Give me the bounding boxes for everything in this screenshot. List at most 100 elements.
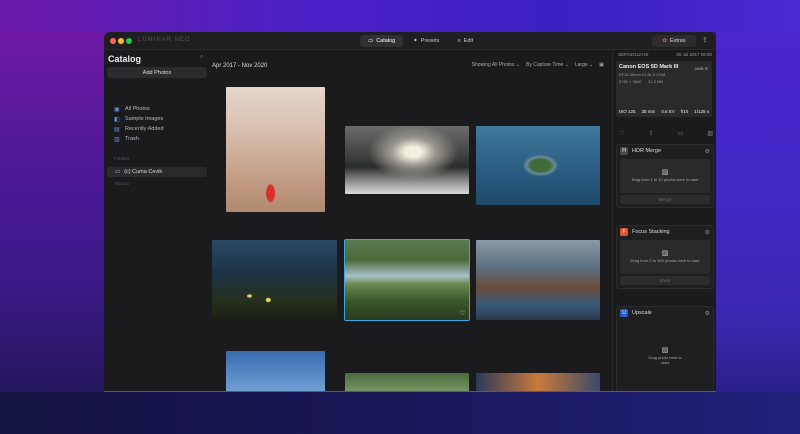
share-icon[interactable]: ⇪ [648,130,653,137]
focus-stacking-tool: F Focus Stacking ⚙ ▨ Drag from 2 to 100 … [616,225,714,289]
add-photos-button[interactable]: Add Photos [107,67,207,78]
drop-zone-text: Drag photo here to start [648,354,682,365]
merge-button[interactable]: Merge [620,195,710,204]
tool-header: F Focus Stacking ⚙ [617,226,713,238]
file-size: 21.8 MB [648,79,663,84]
focal-length: 35 mm [641,109,656,114]
focus-stacking-icon: F [620,228,628,236]
photo-thumbnail[interactable] [476,126,600,205]
tab-label: Presets [420,38,440,44]
gear-icon[interactable]: ⚙ [705,229,710,236]
image-dimensions: 5760 × 3840 [619,79,642,84]
extras-label: Extras [670,38,686,44]
folder-label: (c) Cuma Cevik [124,169,163,175]
tab-label: Edit [463,38,474,44]
info-panel: SEFASO12.HE 30 Jul 2017 06:00 Canon EOS … [612,50,716,391]
tab-label: Catalog [376,38,396,44]
image-meta: 5760 × 3840 21.8 MB [619,79,709,84]
desktop-wallpaper-right [716,32,800,392]
photo-thumbnail[interactable] [345,373,469,391]
photo-thumbnail[interactable] [476,240,600,320]
close-window-button[interactable] [110,38,116,44]
desktop-wallpaper-left [0,32,104,392]
drop-zone[interactable]: ▨ Drag from 1 to 10 photos here to start [620,159,710,193]
photo-thumbnail[interactable] [226,351,325,391]
tab-edit[interactable]: ≡ Edit [449,35,481,47]
gear-icon[interactable]: ⚙ [705,310,710,317]
sidebar-item-label: Recently Added [125,126,164,132]
tool-title: Focus Stacking [632,229,670,235]
sidebar-item-all-photos[interactable]: ▣ All Photos [114,104,164,114]
sort-dropdown[interactable]: By Capture Time ⌄ [526,62,569,68]
folder-icon[interactable]: ▭ [678,130,684,137]
upscale-icon: U [620,309,628,317]
favorite-icon[interactable]: ♡ [619,130,624,137]
panel-toggle-icon[interactable]: ▣ [599,62,604,68]
maximize-window-button[interactable] [126,38,132,44]
tool-header: H HDR Merge ⚙ [617,145,713,157]
photo-thumbnail[interactable] [345,126,469,194]
photo-thumbnail[interactable] [212,240,337,320]
sidebar-folder-item[interactable]: ▭ (c) Cuma Cevik [107,167,207,177]
drop-zone[interactable]: ▨ Drag photo here to start [620,321,710,391]
exposure-stats: ISO 125 35 mm 0.6 EV f/10 1/125 s [619,109,709,114]
magic-icon: ✦ [413,38,418,44]
image-icon: ▨ [661,346,669,354]
desktop-wallpaper-bottom [0,392,800,434]
photo-thumbnail[interactable] [476,373,600,391]
drop-zone[interactable]: ▨ Drag from 2 to 100 photos here to star… [620,240,710,274]
recent-icon: ▤ [114,126,120,133]
trash-icon[interactable]: ▥ [707,130,713,137]
folder-icon: ▭ [115,169,121,175]
filter-label: Showing All Photos [471,62,515,68]
photo-thumbnail[interactable] [226,87,325,212]
sidebar-item-label: Trash [125,136,139,142]
info-actions: ♡ ⇪ ▭ ▥ [619,130,713,137]
app-window: LUMINAR NEO ▭ Catalog ✦ Presets ≡ Edit ✿… [104,32,716,392]
lens-model: EF16-35mm f/2.8L II USM [619,72,666,77]
photo-thumbnail-selected[interactable]: ♡ [344,239,470,321]
albums-section-label: Albums [114,181,130,186]
exposure-value: 0.6 EV [661,109,675,114]
exif-card: Canon EOS 5D Mark III EF16-35mm f/2.8L I… [616,61,712,117]
tool-title: Upscale [632,310,652,316]
filter-label: By Capture Time [526,62,564,68]
drop-zone-text: Drag from 1 to 10 photos here to start [631,177,699,182]
app-brand: LUMINAR NEO [138,37,191,43]
image-icon: ▨ [661,250,669,257]
white-balance-badge: AWB ⊡ [695,66,708,71]
extras-button[interactable]: ✿ Extras [652,35,696,47]
search-icon[interactable]: ⌕ [200,54,203,61]
folders-section-label: Folders [114,156,130,161]
favorite-heart-icon[interactable]: ♡ [460,310,465,317]
shutter-speed: 1/125 s [694,109,709,114]
folder-icon: ▭ [368,38,374,44]
gear-icon[interactable]: ⚙ [705,148,710,155]
share-icon[interactable]: ⇪ [702,36,708,44]
grid-filters: Showing All Photos ⌄ By Capture Time ⌄ L… [472,62,604,68]
sidebar-item-label: Sample Images [125,116,164,122]
sidebar-item-sample-images[interactable]: ◧ Sample Images [114,114,164,124]
sample-icon: ◧ [114,116,120,123]
capture-date: 30 Jul 2017 06:00 [676,52,712,57]
top-navigation: ▭ Catalog ✦ Presets ≡ Edit [360,35,481,47]
tab-presets[interactable]: ✦ Presets [405,35,447,47]
hdr-merge-tool: H HDR Merge ⚙ ▨ Drag from 1 to 10 photos… [616,144,714,208]
tab-catalog[interactable]: ▭ Catalog [360,35,404,47]
photo-grid: Apr 2017 - Nov 2020 Showing All Photos ⌄… [212,50,608,391]
show-filter-dropdown[interactable]: Showing All Photos ⌄ [472,62,520,68]
photos-icon: ▣ [114,106,120,113]
sliders-icon: ≡ [457,38,461,44]
tool-title: HDR Merge [632,148,662,154]
info-header: SEFASO12.HE 30 Jul 2017 06:00 [615,52,715,60]
sidebar-item-recently-added[interactable]: ▤ Recently Added [114,124,164,134]
aperture-value: f/10 [680,109,689,114]
file-name: SEFASO12.HE [618,52,649,57]
sidebar-item-trash[interactable]: ▥ Trash [114,134,164,144]
iso-value: ISO 125 [619,109,636,114]
drop-zone-text: Drag from 2 to 100 photos here to start [630,258,700,263]
minimize-window-button[interactable] [118,38,124,44]
desktop-wallpaper-top [0,0,800,32]
size-dropdown[interactable]: Large ⌄ [575,62,593,68]
stack-button[interactable]: Stack [620,276,710,285]
